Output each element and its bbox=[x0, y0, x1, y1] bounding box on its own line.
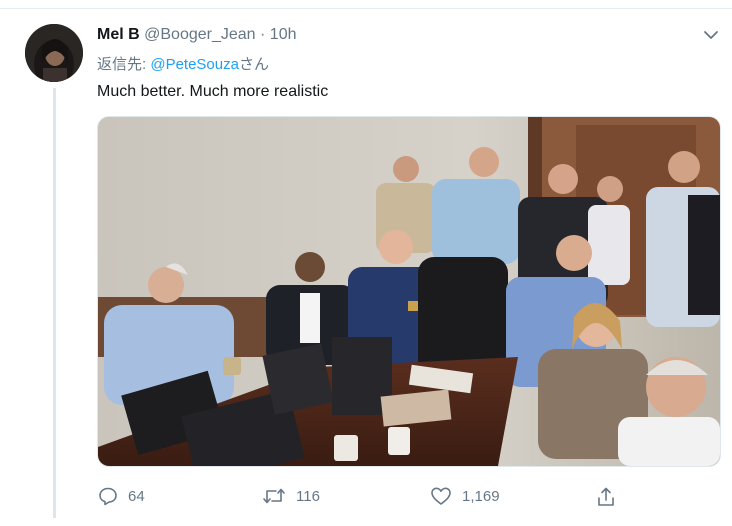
share-icon bbox=[596, 486, 616, 508]
avatar[interactable] bbox=[25, 24, 83, 82]
reply-count: 64 bbox=[128, 487, 145, 505]
avatar-image bbox=[25, 24, 83, 82]
tweet-text: Much better. Much more realistic bbox=[97, 83, 329, 100]
author-name[interactable]: Mel B bbox=[97, 26, 140, 43]
reply-icon bbox=[98, 486, 118, 506]
photo-scene bbox=[98, 117, 720, 466]
reply-prefix: 返信先: bbox=[97, 56, 151, 73]
like-button[interactable]: 1,169 bbox=[430, 486, 500, 506]
reply-context: 返信先: @PeteSouzaさん bbox=[97, 53, 269, 74]
retweet-icon bbox=[262, 486, 286, 506]
share-button[interactable] bbox=[596, 486, 616, 508]
heart-icon bbox=[430, 486, 452, 506]
retweet-button[interactable]: 116 bbox=[262, 486, 320, 506]
reply-mention-link[interactable]: @PeteSouza bbox=[150, 56, 239, 73]
separator-dot: · bbox=[260, 26, 266, 43]
retweet-count: 116 bbox=[296, 487, 320, 505]
thread-line bbox=[53, 88, 56, 518]
tweet-photo[interactable] bbox=[97, 116, 721, 467]
tweet-action-bar: 64 116 1,169 bbox=[0, 486, 732, 510]
reply-suffix: さん bbox=[238, 56, 269, 73]
top-divider bbox=[0, 8, 732, 9]
author-handle[interactable]: @Booger_Jean bbox=[144, 26, 255, 43]
like-count: 1,169 bbox=[462, 487, 500, 505]
reply-button[interactable]: 64 bbox=[98, 486, 145, 506]
tweet-time[interactable]: 10h bbox=[270, 26, 297, 43]
chevron-down-icon[interactable] bbox=[703, 28, 719, 42]
tweet-header: Mel B @Booger_Jean · 10h bbox=[97, 26, 297, 44]
